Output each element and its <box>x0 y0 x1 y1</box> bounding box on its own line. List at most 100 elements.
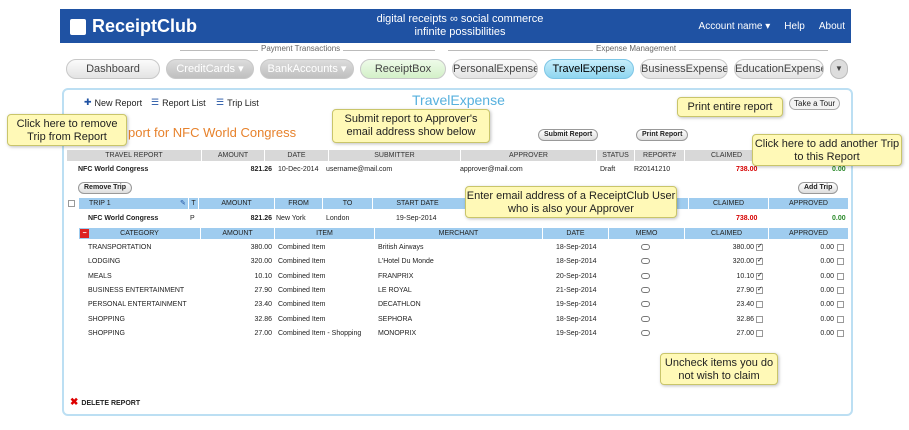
tab-personalexpense[interactable]: PersonalExpense <box>452 59 538 79</box>
item-category: SHOPPING <box>88 315 125 323</box>
approve-checkbox[interactable] <box>837 272 844 280</box>
delete-report-button[interactable]: ✖ DELETE REPORT <box>70 397 140 408</box>
item-claimed: 380.00 <box>732 244 754 251</box>
report-header-row: TRAVEL REPORT AMOUNT DATE SUBMITTER APPR… <box>66 150 848 161</box>
tab-dashboard[interactable]: Dashboard <box>66 59 160 79</box>
trip-from: New York <box>276 215 306 222</box>
tab-businessexpense[interactable]: BusinessExpense <box>640 59 728 79</box>
approve-checkbox[interactable] <box>837 244 844 251</box>
claim-checkbox[interactable] <box>756 285 763 294</box>
add-trip-button[interactable]: Add Trip <box>798 182 839 194</box>
report-list-button[interactable]: ☰ Report List <box>151 97 206 108</box>
new-report-label: New Report <box>94 97 143 108</box>
report-status: Draft <box>600 166 616 173</box>
claim-checkbox[interactable] <box>756 256 763 266</box>
collapse-icon[interactable]: − <box>80 229 89 238</box>
memo-icon[interactable] <box>641 301 650 308</box>
remove-trip-button[interactable]: Remove Trip <box>78 182 133 194</box>
col-submitter: SUBMITTER <box>328 150 460 161</box>
new-report-button[interactable]: ✚ New Report <box>84 97 142 108</box>
approve-checkbox[interactable] <box>837 286 844 294</box>
item-merchant: SEPHORA <box>378 315 413 323</box>
approve-checkbox[interactable] <box>837 315 844 323</box>
trip-select-checkbox[interactable] <box>68 200 75 207</box>
report-claimed: 738.00 <box>736 166 758 173</box>
trip-claimed: 738.00 <box>736 215 758 222</box>
callout-submit: Submit report to Approver's email addres… <box>332 109 490 143</box>
trip-list-label: Trip List <box>227 97 259 108</box>
memo-icon[interactable] <box>641 272 650 279</box>
brand-logo[interactable]: ReceiptClub <box>70 16 197 37</box>
item-category: LODGING <box>88 258 121 266</box>
top-nav: Account name ▾ Help About <box>699 21 845 32</box>
memo-icon[interactable] <box>641 286 650 293</box>
item-merchant: LE ROYAL <box>378 286 412 294</box>
print-report-button[interactable]: Print Report <box>636 129 689 141</box>
col-trip-amount: AMOUNT <box>198 198 274 209</box>
item-date: 18-Sep-2014 <box>556 258 597 266</box>
approve-checkbox[interactable] <box>837 329 844 337</box>
col-category: CATEGORY <box>78 228 200 239</box>
item-approved: 0.00 <box>820 301 834 309</box>
tab-creditcards[interactable]: CreditCards ▾ <box>166 59 254 79</box>
callout-uncheck: Uncheck items you do not wish to claim <box>660 353 778 385</box>
callout-approver: Enter email address of a ReceiptClub Use… <box>465 186 677 218</box>
item-merchant: L'Hotel Du Monde <box>378 258 434 266</box>
item-category: MEALS <box>88 272 112 280</box>
item-name: Combined Item <box>278 286 326 294</box>
memo-icon[interactable] <box>641 258 650 265</box>
item-name: Combined Item <box>278 244 326 251</box>
memo-icon[interactable] <box>641 315 650 322</box>
logo-icon <box>70 18 86 35</box>
item-claimed: 320.00 <box>732 258 754 266</box>
item-name: Combined Item - Shopping <box>278 329 362 337</box>
memo-icon[interactable] <box>641 329 650 336</box>
report-date: 10-Dec-2014 <box>278 166 319 173</box>
col-item-approved: APPROVED <box>768 228 848 239</box>
callout-add-trip: Click here to add another Trip to this R… <box>752 134 902 166</box>
tab-bankaccounts[interactable]: BankAccounts ▾ <box>260 59 354 79</box>
item-claimed: 10.10 <box>736 272 754 280</box>
more-tabs-button[interactable]: ▼ <box>830 59 848 79</box>
item-amount: 23.40 <box>254 301 272 309</box>
help-link[interactable]: Help <box>784 21 805 32</box>
trip-amount: 821.26 <box>250 215 272 222</box>
col-trip-claimed: CLAIMED <box>688 198 768 209</box>
account-menu[interactable]: Account name ▾ <box>699 21 771 32</box>
approve-checkbox[interactable] <box>837 258 844 266</box>
memo-icon[interactable] <box>641 244 650 250</box>
tab-receiptbox[interactable]: ReceiptBox <box>360 59 446 79</box>
item-name: Combined Item <box>278 272 326 280</box>
item-category: TRANSPORTATION <box>88 244 152 251</box>
item-merchant: MONOPRIX <box>378 329 417 337</box>
approve-checkbox[interactable] <box>837 301 844 309</box>
report-name[interactable]: NFC World Congress <box>78 165 148 174</box>
tab-educationexpense[interactable]: EducationExpense <box>734 59 824 79</box>
item-category: BUSINESS ENTERTAINMENT <box>88 286 185 294</box>
approver-email-field[interactable]: approver@mail.com <box>460 165 523 174</box>
edit-trip-icon[interactable]: ✎ <box>180 199 186 208</box>
take-tour-button[interactable]: Take a Tour <box>789 97 841 110</box>
claim-checkbox[interactable] <box>756 329 763 337</box>
trip-list-button[interactable]: ☰ Trip List <box>216 97 259 108</box>
trip-type: P <box>190 215 195 222</box>
tab-travelexpense[interactable]: TravelExpense <box>544 59 634 79</box>
new-report-icon: ✚ <box>84 97 92 107</box>
app-root: { "brand":{"name":"ReceiptClub","tagline… <box>0 0 909 430</box>
col-start-date: START DATE <box>372 198 462 209</box>
item-claimed: 32.86 <box>736 315 754 323</box>
about-link[interactable]: About <box>819 21 845 32</box>
claim-checkbox[interactable] <box>756 242 763 251</box>
item-merchant: British Airways <box>378 244 424 251</box>
claim-checkbox[interactable] <box>756 301 763 309</box>
submit-report-button[interactable]: Submit Report <box>538 129 599 141</box>
claim-checkbox[interactable] <box>756 315 763 323</box>
item-amount: 380.00 <box>250 244 272 251</box>
col-approver: APPROVER <box>460 150 596 161</box>
claim-checkbox[interactable] <box>756 271 763 280</box>
item-claimed: 27.00 <box>736 329 754 337</box>
item-approved: 0.00 <box>820 329 834 337</box>
delete-report-label: DELETE REPORT <box>81 400 141 407</box>
col-status: STATUS <box>596 150 634 161</box>
item-amount: 320.00 <box>250 258 272 266</box>
